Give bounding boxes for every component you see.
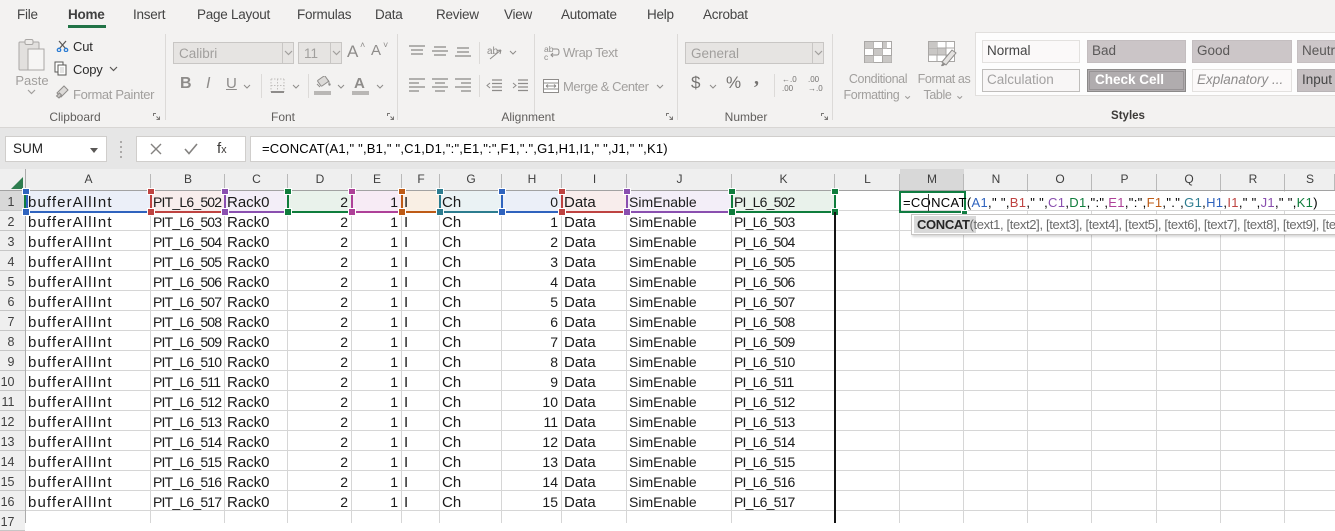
- svg-text:ab: ab: [487, 46, 499, 57]
